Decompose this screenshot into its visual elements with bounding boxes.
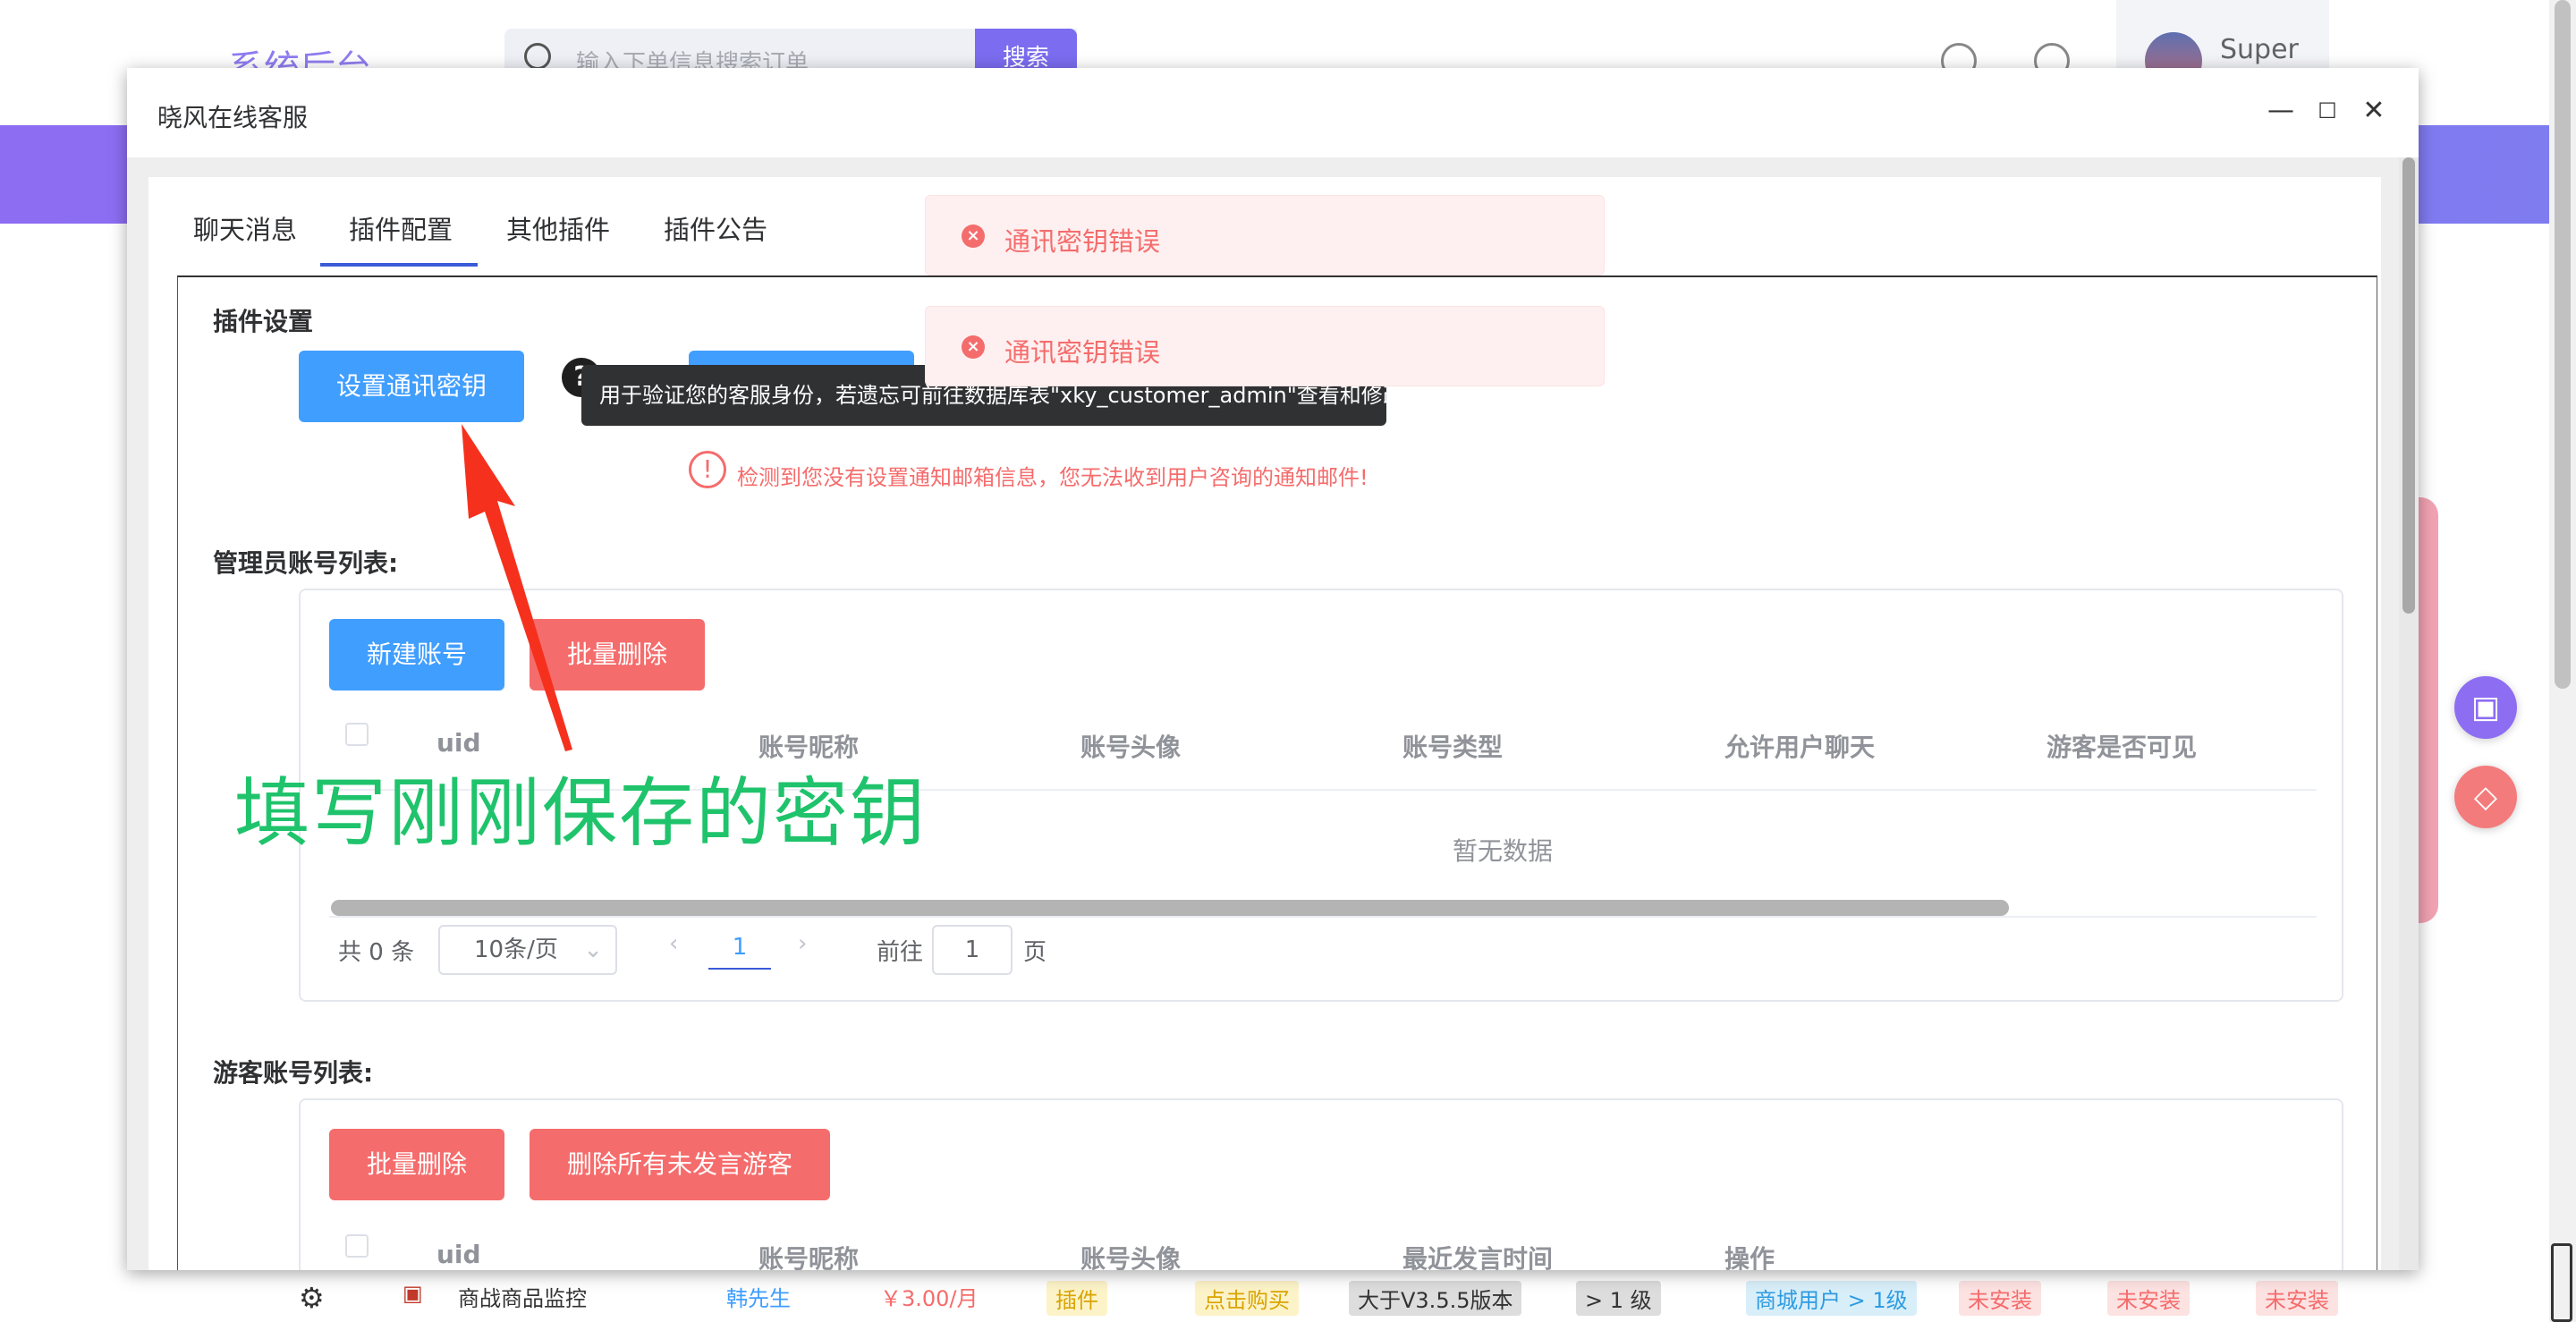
column-header: 游客是否可见 — [2046, 733, 2198, 762]
item-price: ￥3.00/月 — [880, 1286, 979, 1311]
error-message: × 通讯密钥错误 — [925, 306, 1605, 386]
empty-text: 暂无数据 — [1453, 836, 1554, 866]
next-page-icon[interactable]: › — [798, 930, 807, 957]
user-name: Super — [2220, 34, 2299, 65]
page-scrollbar-thumb[interactable] — [2555, 0, 2571, 689]
close-icon[interactable]: ✕ — [2356, 93, 2392, 129]
column-header: 最近发言时间 — [1402, 1244, 1554, 1270]
page-scrollbar[interactable] — [2549, 0, 2576, 1322]
tab-plugin-config[interactable]: 插件配置 — [349, 209, 453, 247]
page-unit: 页 — [1023, 939, 1047, 966]
annotation-text: 填写刚刚保存的密钥 — [234, 769, 928, 857]
dialog-title: 晓风在线客服 — [157, 103, 309, 132]
tag-not-installed: 未安装 — [2256, 1281, 2338, 1316]
prev-page-icon[interactable]: ‹ — [669, 930, 678, 957]
column-header: 允许用户聊天 — [1724, 733, 1876, 762]
guest-list-title: 游客账号列表: — [213, 1058, 374, 1088]
cube-icon[interactable]: ◇ — [2454, 766, 2517, 828]
tab-other-plugins[interactable]: 其他插件 — [506, 209, 610, 247]
column-header: 账号类型 — [1402, 733, 1504, 762]
select-all-checkbox[interactable] — [345, 1234, 369, 1258]
search-icon — [524, 43, 551, 70]
tag-buy[interactable]: 点击购买 — [1195, 1281, 1299, 1316]
tag-version: 大于V3.5.5版本 — [1349, 1281, 1522, 1316]
pagination-total: 共 0 条 — [338, 939, 415, 966]
item-author[interactable]: 韩先生 — [726, 1281, 791, 1312]
item-name: 商战商品监控 — [458, 1286, 587, 1311]
column-header: uid — [436, 1240, 481, 1269]
batch-delete-button[interactable]: 批量删除 — [530, 619, 705, 691]
gear-icon[interactable]: ⚙ — [299, 1281, 325, 1315]
guest-list-card: 批量删除 删除所有未发言游客 uid 账号昵称 账号头像 最近发言时间 操作 — [299, 1098, 2343, 1270]
table-horizontal-scrollbar[interactable] — [331, 900, 2009, 916]
store-icon[interactable]: ▣ — [2454, 676, 2517, 739]
tag-mall: 商城用户 > 1级 — [1746, 1281, 1917, 1316]
tab-chat-messages[interactable]: 聊天消息 — [193, 209, 297, 247]
scroll-indicator — [2551, 1243, 2572, 1322]
page-size-value: 10条/页 — [474, 936, 558, 963]
table-row: ⚙ ▣ 商战商品监控 韩先生 ￥3.00/月 插件 点击购买 大于V3.5.5版… — [0, 1270, 2549, 1322]
new-account-button[interactable]: 新建账号 — [329, 619, 504, 691]
email-warning-text: 检测到您没有设置通知邮箱信息，您无法收到用户咨询的通知邮件! — [737, 465, 1368, 490]
maximize-icon[interactable]: ☐ — [2309, 93, 2345, 129]
plugin-settings-title: 插件设置 — [213, 307, 314, 336]
dialog-scrollbar-thumb[interactable] — [2402, 157, 2415, 614]
tag-not-installed: 未安装 — [2107, 1281, 2190, 1316]
current-page[interactable]: 1 — [708, 934, 771, 961]
guest-batch-delete-button[interactable]: 批量删除 — [329, 1129, 504, 1200]
column-header: 操作 — [1724, 1244, 1775, 1270]
error-message-text: 通讯密钥错误 — [1004, 226, 1161, 257]
admin-list-title: 管理员账号列表: — [213, 548, 399, 578]
warning-icon: ! — [689, 451, 726, 488]
error-icon: × — [962, 335, 985, 359]
column-header: 账号头像 — [1080, 733, 1182, 762]
tab-plugin-notice[interactable]: 插件公告 — [664, 209, 767, 247]
set-key-button[interactable]: 设置通讯密钥 — [299, 351, 524, 422]
delete-silent-guests-button[interactable]: 删除所有未发言游客 — [530, 1129, 830, 1200]
error-icon: × — [962, 225, 985, 248]
divider — [329, 916, 2317, 918]
tag-not-installed: 未安装 — [1959, 1281, 2041, 1316]
chevron-down-icon: ⌄ — [583, 936, 603, 963]
error-message: × 通讯密钥错误 — [925, 195, 1605, 275]
current-page-underline — [708, 968, 771, 970]
goto-label: 前往 — [877, 939, 924, 966]
goto-page-input[interactable]: 1 — [932, 925, 1013, 975]
product-icon: ▣ — [402, 1281, 423, 1306]
error-message-text: 通讯密钥错误 — [1004, 337, 1161, 368]
column-header: 账号头像 — [1080, 1244, 1182, 1270]
minimize-icon[interactable]: — — [2263, 93, 2299, 129]
select-all-checkbox[interactable] — [345, 723, 369, 746]
tag-level: > 1 级 — [1576, 1281, 1661, 1316]
tag-plugin: 插件 — [1046, 1281, 1107, 1316]
dialog-scrollbar[interactable] — [2399, 157, 2419, 1270]
active-tab-indicator — [320, 263, 478, 267]
page-size-select[interactable]: 10条/页 ⌄ — [438, 925, 617, 975]
column-header: 账号昵称 — [758, 1244, 860, 1270]
